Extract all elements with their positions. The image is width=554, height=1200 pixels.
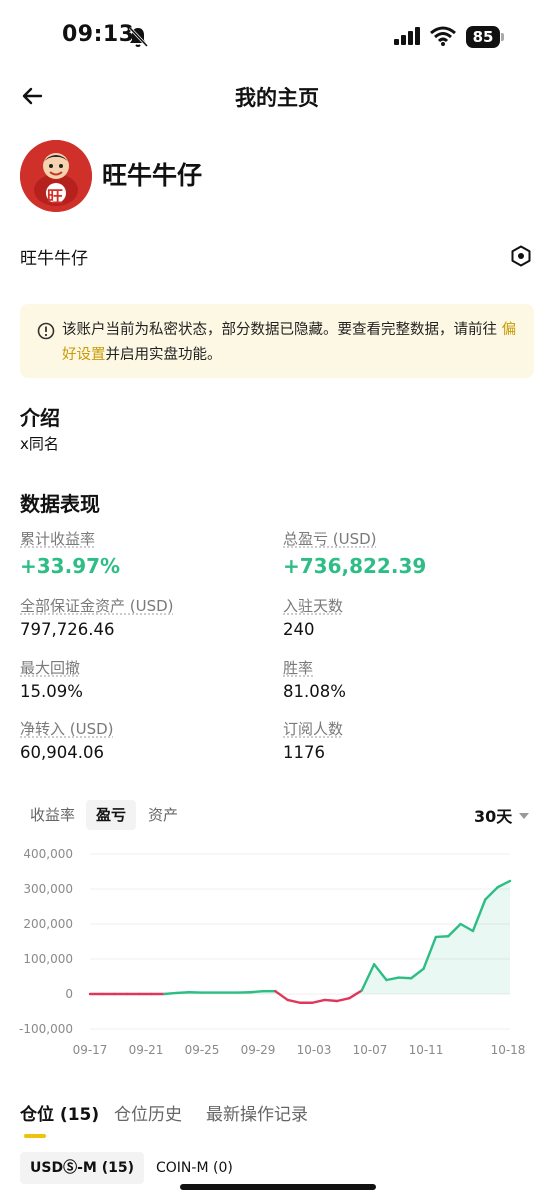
profile-name: 旺牛牛仔	[102, 161, 203, 190]
battery-tip	[501, 33, 504, 41]
net-inflow-label[interactable]: 净转入 (USD)	[20, 718, 114, 739]
series-line-segment	[397, 976, 413, 980]
status-bar: 09:13 85	[0, 0, 554, 72]
performance-heading: 数据表现	[20, 492, 100, 516]
series-line-segment	[323, 998, 339, 1003]
bio-text: x同名	[20, 435, 59, 453]
margin-assets-value: 797,726.46	[20, 620, 115, 639]
x-tick-label: 09-17	[73, 1043, 108, 1057]
tab-pnl[interactable]: 盈亏	[86, 800, 137, 830]
x-tick-label: 10-07	[353, 1043, 388, 1057]
avatar[interactable]: 旺	[20, 140, 92, 212]
subtab-usds-m[interactable]: USDⓈ-M (15)	[20, 1152, 144, 1184]
total-pnl-label[interactable]: 总盈亏 (USD)	[283, 528, 377, 549]
home-indicator	[180, 1184, 376, 1190]
series-line-segment	[162, 991, 178, 996]
series-line-segment	[434, 935, 450, 939]
x-tick-label: 10-18	[491, 1043, 526, 1057]
series-line-segment	[286, 998, 302, 1004]
bell-slash-icon	[128, 26, 148, 48]
subtab-coin-m[interactable]: COIN-M (0)	[146, 1152, 243, 1184]
x-tick-label: 10-03	[297, 1043, 332, 1057]
nav-bar: 我的主页	[0, 72, 554, 120]
tab-return-rate[interactable]: 收益率	[30, 800, 75, 830]
y-tick-label: 100,000	[23, 952, 73, 966]
notice-text: 该账户当前为私密状态，部分数据已隐藏。要查看完整数据，请前往 偏好设置并启用实盘…	[62, 318, 522, 368]
tab-position-history[interactable]: 仓位历史	[114, 1100, 182, 1125]
margin-assets-label[interactable]: 全部保证金资产 (USD)	[20, 595, 174, 616]
range-selector[interactable]: 30天	[474, 803, 512, 827]
y-tick-label: 200,000	[23, 917, 73, 931]
series-line-segment	[311, 998, 326, 1004]
win-rate-label[interactable]: 胜率	[283, 657, 313, 678]
net-inflow-value: 60,904.06	[20, 743, 104, 762]
caret-down-icon[interactable]	[519, 812, 529, 820]
pnl-chart: 400,000300,000200,000100,0000-100,00009-…	[19, 847, 526, 1057]
tab-positions[interactable]: 仓位 (15)	[20, 1100, 99, 1125]
private-account-notice: 该账户当前为私密状态，部分数据已隐藏。要查看完整数据，请前往 偏好设置并启用实盘…	[20, 304, 534, 378]
max-drawdown-label[interactable]: 最大回撤	[20, 657, 80, 678]
subscribers-value: 1176	[283, 743, 325, 762]
intro-heading: 介绍	[20, 406, 60, 430]
max-drawdown-value: 15.09%	[20, 682, 83, 701]
win-rate-value: 81.08%	[283, 682, 346, 701]
battery-indicator: 85	[466, 26, 504, 48]
active-tab-indicator	[24, 1134, 46, 1138]
y-tick-label: 0	[65, 987, 73, 1001]
series-line-segment	[175, 991, 191, 995]
cumulative-return-label[interactable]: 累计收益率	[20, 528, 95, 549]
notice-text-before: 该账户当前为私密状态，部分数据已隐藏。要查看完整数据，请前往	[62, 322, 502, 338]
days-joined-label[interactable]: 入驻天数	[283, 595, 343, 616]
y-tick-label: 400,000	[23, 847, 73, 861]
cumulative-return-value: +33.97%	[20, 554, 121, 578]
subscribers-label[interactable]: 订阅人数	[283, 718, 343, 739]
total-pnl-value: +736,822.39	[283, 554, 427, 578]
x-tick-label: 09-25	[185, 1043, 220, 1057]
info-icon	[37, 322, 55, 340]
x-tick-label: 09-29	[241, 1043, 276, 1057]
tab-assets[interactable]: 资产	[148, 800, 178, 830]
signal-icon	[394, 27, 420, 45]
y-tick-label: -100,000	[19, 1022, 73, 1036]
page-title: 我的主页	[235, 86, 319, 110]
y-tick-label: 300,000	[23, 882, 73, 896]
avatar-glyph: 旺	[47, 187, 64, 206]
days-joined-value: 240	[283, 620, 315, 639]
status-time: 09:13	[62, 22, 135, 47]
tab-latest-operations[interactable]: 最新操作记录	[206, 1100, 308, 1125]
battery-level: 85	[466, 26, 500, 48]
series-line-segment	[249, 989, 265, 994]
x-tick-label: 10-11	[409, 1043, 444, 1057]
x-tick-label: 09-21	[129, 1043, 164, 1057]
series-line-segment	[274, 989, 289, 1002]
nickname: 旺牛牛仔	[20, 249, 88, 269]
series-line-segment	[335, 996, 351, 1003]
notice-text-after: 并启用实盘功能。	[105, 347, 222, 363]
wifi-icon	[430, 26, 456, 46]
hexagon-settings-icon[interactable]	[510, 245, 532, 267]
